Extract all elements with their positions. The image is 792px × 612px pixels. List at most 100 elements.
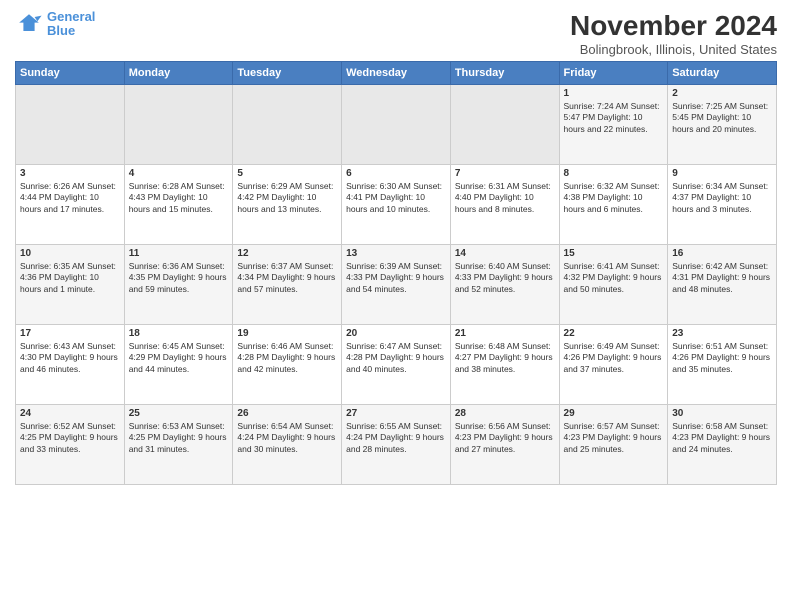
header-row: Sunday Monday Tuesday Wednesday Thursday… bbox=[16, 62, 777, 85]
col-thursday: Thursday bbox=[450, 62, 559, 85]
day-info: Sunrise: 6:40 AM Sunset: 4:33 PM Dayligh… bbox=[455, 261, 555, 295]
calendar-cell: 9Sunrise: 6:34 AM Sunset: 4:37 PM Daylig… bbox=[668, 165, 777, 245]
day-info: Sunrise: 6:46 AM Sunset: 4:28 PM Dayligh… bbox=[237, 341, 337, 375]
day-number: 22 bbox=[564, 328, 664, 339]
calendar-cell: 7 Sunrise: 6:31 AM Sunset: 4:40 PM Daylig… bbox=[450, 165, 559, 245]
day-number: 29 bbox=[564, 408, 664, 419]
calendar-cell: 26 Sunrise: 6:54 AM Sunset: 4:24 PM Dayli… bbox=[233, 405, 342, 485]
day-info: Sunrise: 6:51 AM Sunset: 4:26 PM Dayligh… bbox=[672, 341, 772, 375]
calendar-cell: 10 Sunrise: 6:35 AM Sunset: 4:36 PM Dayli… bbox=[16, 245, 125, 325]
month-title: November 2024 bbox=[570, 10, 777, 42]
day-info: Sunrise: 6:58 AM Sunset: 4:23 PM Dayligh… bbox=[672, 421, 772, 455]
calendar-cell: 24 Sunrise: 6:52 AM Sunset: 4:25 PM Dayli… bbox=[16, 405, 125, 485]
day-info: Sunrise: 6:49 AM Sunset: 4:26 PM Dayligh… bbox=[564, 341, 664, 375]
day-number: 26 bbox=[237, 408, 337, 419]
calendar-cell: 15 Sunrise: 6:41 AM Sunset: 4:32 PM Dayli… bbox=[559, 245, 668, 325]
day-info: Sunrise: 6:26 AM Sunset: 4:44 PM Dayligh… bbox=[20, 181, 120, 215]
day-number: 10 bbox=[20, 248, 120, 259]
day-number: 11 bbox=[129, 248, 229, 259]
day-number: 23 bbox=[672, 328, 772, 339]
calendar-cell: 14 Sunrise: 6:40 AM Sunset: 4:33 PM Dayli… bbox=[450, 245, 559, 325]
calendar-cell bbox=[16, 85, 125, 165]
calendar-cell: 17Sunrise: 6:43 AM Sunset: 4:30 PM Dayli… bbox=[16, 325, 125, 405]
day-number: 7 bbox=[455, 168, 555, 179]
page-container: General Blue November 2024 Bolingbrook, … bbox=[0, 0, 792, 495]
day-info: Sunrise: 6:48 AM Sunset: 4:27 PM Dayligh… bbox=[455, 341, 555, 375]
calendar-week-2: 3 Sunrise: 6:26 AM Sunset: 4:44 PM Daylig… bbox=[16, 165, 777, 245]
day-number: 13 bbox=[346, 248, 446, 259]
calendar-week-5: 24 Sunrise: 6:52 AM Sunset: 4:25 PM Dayli… bbox=[16, 405, 777, 485]
day-number: 17 bbox=[20, 328, 120, 339]
col-sunday: Sunday bbox=[16, 62, 125, 85]
day-number: 19 bbox=[237, 328, 337, 339]
calendar-cell: 3 Sunrise: 6:26 AM Sunset: 4:44 PM Daylig… bbox=[16, 165, 125, 245]
col-friday: Friday bbox=[559, 62, 668, 85]
day-info: Sunrise: 7:24 AM Sunset: 5:47 PM Dayligh… bbox=[564, 101, 664, 135]
day-number: 4 bbox=[129, 168, 229, 179]
col-tuesday: Tuesday bbox=[233, 62, 342, 85]
calendar-week-3: 10 Sunrise: 6:35 AM Sunset: 4:36 PM Dayli… bbox=[16, 245, 777, 325]
calendar-cell: 18Sunrise: 6:45 AM Sunset: 4:29 PM Dayli… bbox=[124, 325, 233, 405]
day-info: Sunrise: 6:54 AM Sunset: 4:24 PM Dayligh… bbox=[237, 421, 337, 455]
day-info: Sunrise: 6:45 AM Sunset: 4:29 PM Dayligh… bbox=[129, 341, 229, 375]
day-info: Sunrise: 6:56 AM Sunset: 4:23 PM Dayligh… bbox=[455, 421, 555, 455]
day-number: 15 bbox=[564, 248, 664, 259]
calendar-cell: 21Sunrise: 6:48 AM Sunset: 4:27 PM Dayli… bbox=[450, 325, 559, 405]
day-info: Sunrise: 6:28 AM Sunset: 4:43 PM Dayligh… bbox=[129, 181, 229, 215]
location-title: Bolingbrook, Illinois, United States bbox=[570, 42, 777, 57]
calendar-cell: 4 Sunrise: 6:28 AM Sunset: 4:43 PM Daylig… bbox=[124, 165, 233, 245]
calendar-cell: 5Sunrise: 6:29 AM Sunset: 4:42 PM Daylig… bbox=[233, 165, 342, 245]
day-info: Sunrise: 6:42 AM Sunset: 4:31 PM Dayligh… bbox=[672, 261, 772, 295]
day-info: Sunrise: 6:39 AM Sunset: 4:33 PM Dayligh… bbox=[346, 261, 446, 295]
day-info: Sunrise: 6:29 AM Sunset: 4:42 PM Dayligh… bbox=[237, 181, 337, 215]
day-number: 9 bbox=[672, 168, 772, 179]
calendar-week-1: 1 Sunrise: 7:24 AM Sunset: 5:47 PM Daylig… bbox=[16, 85, 777, 165]
calendar-cell: 12 Sunrise: 6:37 AM Sunset: 4:34 PM Dayli… bbox=[233, 245, 342, 325]
day-number: 20 bbox=[346, 328, 446, 339]
day-number: 25 bbox=[129, 408, 229, 419]
calendar-cell: 2 Sunrise: 7:25 AM Sunset: 5:45 PM Daylig… bbox=[668, 85, 777, 165]
day-info: Sunrise: 6:30 AM Sunset: 4:41 PM Dayligh… bbox=[346, 181, 446, 215]
day-number: 1 bbox=[564, 88, 664, 99]
logo-icon bbox=[15, 10, 43, 38]
col-wednesday: Wednesday bbox=[342, 62, 451, 85]
day-info: Sunrise: 6:57 AM Sunset: 4:23 PM Dayligh… bbox=[564, 421, 664, 455]
day-info: Sunrise: 6:53 AM Sunset: 4:25 PM Dayligh… bbox=[129, 421, 229, 455]
day-number: 2 bbox=[672, 88, 772, 99]
calendar-cell bbox=[124, 85, 233, 165]
day-info: Sunrise: 6:36 AM Sunset: 4:35 PM Dayligh… bbox=[129, 261, 229, 295]
calendar-cell: 27Sunrise: 6:55 AM Sunset: 4:24 PM Dayli… bbox=[342, 405, 451, 485]
calendar-table: Sunday Monday Tuesday Wednesday Thursday… bbox=[15, 61, 777, 485]
day-number: 12 bbox=[237, 248, 337, 259]
day-info: Sunrise: 6:32 AM Sunset: 4:38 PM Dayligh… bbox=[564, 181, 664, 215]
calendar-cell: 1 Sunrise: 7:24 AM Sunset: 5:47 PM Daylig… bbox=[559, 85, 668, 165]
day-info: Sunrise: 6:37 AM Sunset: 4:34 PM Dayligh… bbox=[237, 261, 337, 295]
calendar-cell: 23 Sunrise: 6:51 AM Sunset: 4:26 PM Dayli… bbox=[668, 325, 777, 405]
calendar-cell bbox=[450, 85, 559, 165]
calendar-cell: 28Sunrise: 6:56 AM Sunset: 4:23 PM Dayli… bbox=[450, 405, 559, 485]
day-info: Sunrise: 6:55 AM Sunset: 4:24 PM Dayligh… bbox=[346, 421, 446, 455]
calendar-cell: 22 Sunrise: 6:49 AM Sunset: 4:26 PM Dayli… bbox=[559, 325, 668, 405]
title-block: November 2024 Bolingbrook, Illinois, Uni… bbox=[570, 10, 777, 57]
calendar-cell: 13 Sunrise: 6:39 AM Sunset: 4:33 PM Dayli… bbox=[342, 245, 451, 325]
header: General Blue November 2024 Bolingbrook, … bbox=[15, 10, 777, 57]
calendar-cell bbox=[233, 85, 342, 165]
day-info: Sunrise: 6:41 AM Sunset: 4:32 PM Dayligh… bbox=[564, 261, 664, 295]
calendar-cell: 25 Sunrise: 6:53 AM Sunset: 4:25 PM Dayli… bbox=[124, 405, 233, 485]
day-info: Sunrise: 7:25 AM Sunset: 5:45 PM Dayligh… bbox=[672, 101, 772, 135]
day-info: Sunrise: 6:52 AM Sunset: 4:25 PM Dayligh… bbox=[20, 421, 120, 455]
calendar-cell: 16 Sunrise: 6:42 AM Sunset: 4:31 PM Dayli… bbox=[668, 245, 777, 325]
logo-text: General Blue bbox=[47, 10, 95, 39]
day-number: 3 bbox=[20, 168, 120, 179]
day-info: Sunrise: 6:31 AM Sunset: 4:40 PM Dayligh… bbox=[455, 181, 555, 215]
col-monday: Monday bbox=[124, 62, 233, 85]
calendar-cell: 8Sunrise: 6:32 AM Sunset: 4:38 PM Daylig… bbox=[559, 165, 668, 245]
day-number: 16 bbox=[672, 248, 772, 259]
calendar-cell: 19 Sunrise: 6:46 AM Sunset: 4:28 PM Dayli… bbox=[233, 325, 342, 405]
calendar-cell: 6Sunrise: 6:30 AM Sunset: 4:41 PM Daylig… bbox=[342, 165, 451, 245]
day-info: Sunrise: 6:35 AM Sunset: 4:36 PM Dayligh… bbox=[20, 261, 120, 295]
day-number: 24 bbox=[20, 408, 120, 419]
day-number: 14 bbox=[455, 248, 555, 259]
col-saturday: Saturday bbox=[668, 62, 777, 85]
calendar-body: 1 Sunrise: 7:24 AM Sunset: 5:47 PM Daylig… bbox=[16, 85, 777, 485]
